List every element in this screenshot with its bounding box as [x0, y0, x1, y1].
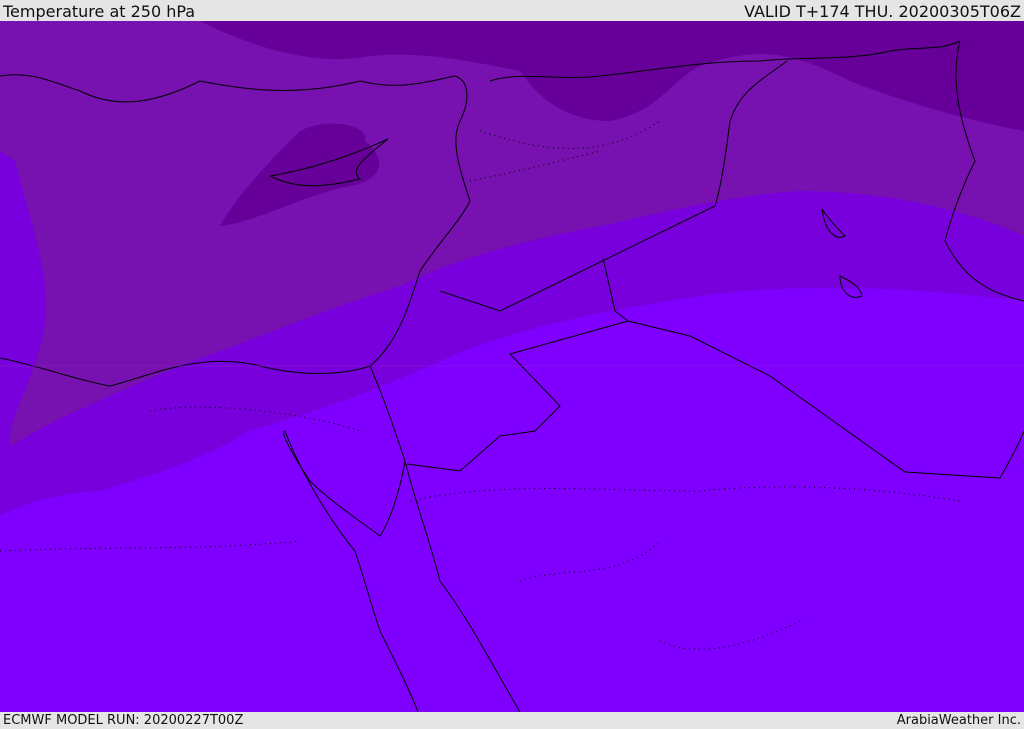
temperature-map: [0, 21, 1024, 712]
map-title: Temperature at 250 hPa: [3, 2, 196, 21]
credit: ArabiaWeather Inc.: [896, 713, 1021, 728]
footer-bar: ECMWF MODEL RUN: 20200227T00Z ArabiaWeat…: [0, 712, 1024, 729]
valid-time: VALID T+174 THU. 20200305T06Z: [744, 2, 1021, 21]
model-run: ECMWF MODEL RUN: 20200227T00Z: [3, 713, 244, 728]
header-bar: Temperature at 250 hPa VALID T+174 THU. …: [0, 0, 1024, 21]
